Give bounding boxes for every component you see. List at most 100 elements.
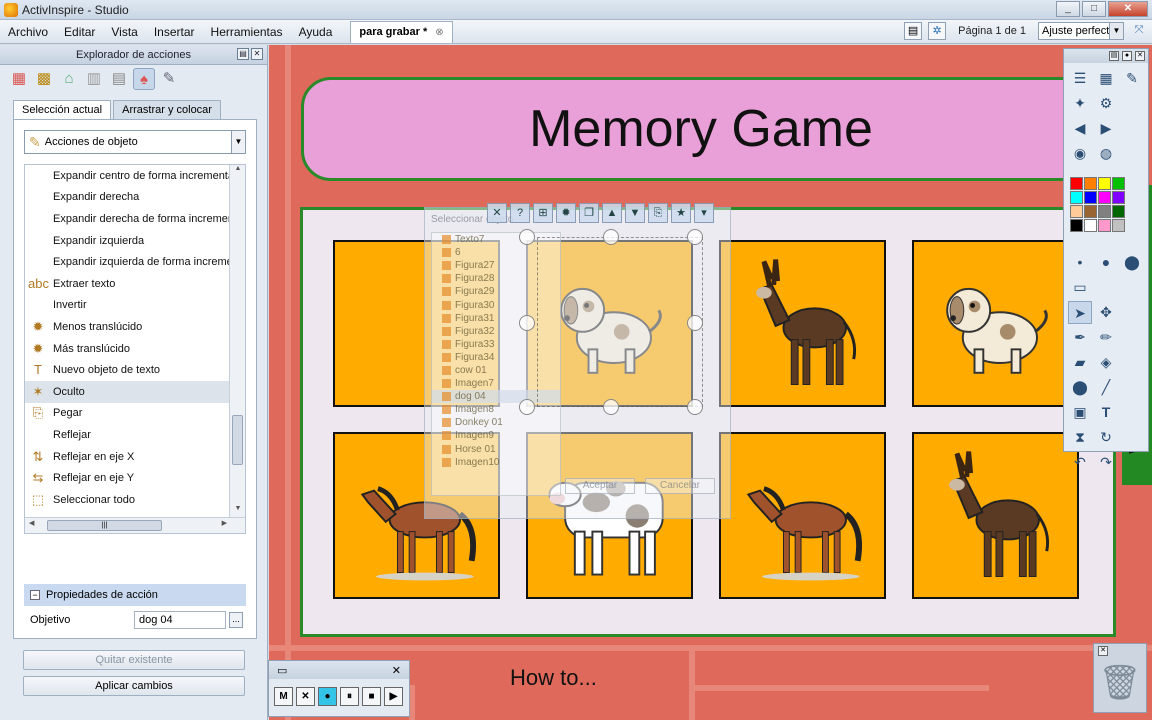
color-swatch[interactable] xyxy=(1112,177,1125,190)
browse-target-button[interactable]: ... xyxy=(229,612,243,628)
settings-icon[interactable]: ⚙ xyxy=(1094,92,1118,115)
globe-icon[interactable]: ◍ xyxy=(1094,142,1118,165)
fill-icon[interactable]: ◈ xyxy=(1094,351,1118,374)
action-item[interactable]: ⇅ Reflejar en eje X xyxy=(25,446,230,468)
fullscreen-icon[interactable]: ⤧ xyxy=(1130,22,1148,40)
menu-herramientas[interactable]: Herramientas xyxy=(203,25,291,39)
scroll-up-icon[interactable]: ▲ xyxy=(230,165,245,179)
menu-archivo[interactable]: Archivo xyxy=(0,25,56,39)
redo-icon[interactable]: ↷ xyxy=(1094,451,1118,474)
text-icon[interactable]: T xyxy=(1094,401,1118,424)
resize-handle[interactable] xyxy=(519,229,535,245)
next-page-icon[interactable]: ▶ xyxy=(1094,117,1118,140)
color-swatch[interactable] xyxy=(1070,219,1083,232)
main-menu-icon[interactable]: ☰ xyxy=(1068,67,1092,90)
pen-size-icon[interactable]: ⬤ xyxy=(1120,251,1144,274)
flipchart-canvas[interactable]: Memory Game Seleccionar objeto Texto7 6 Fi… xyxy=(269,45,1152,720)
close-button[interactable]: ✕ xyxy=(1108,1,1148,17)
action-item[interactable]: ✹ Más translúcido xyxy=(25,338,230,360)
action-properties-header[interactable]: − Propiedades de acción xyxy=(24,584,246,606)
cancel-button[interactable]: Cancelar xyxy=(645,478,715,494)
pen-size-icon[interactable]: ● xyxy=(1094,251,1118,274)
page-notes-icon[interactable]: ▤ xyxy=(904,22,923,40)
scroll-right-icon[interactable]: ▶ xyxy=(222,519,227,527)
profile-icon[interactable]: ▦ xyxy=(1094,67,1118,90)
action-item[interactable]: Expandir derecha xyxy=(25,187,230,209)
action-item[interactable]: ⎘ Pegar xyxy=(25,403,230,425)
play-button[interactable]: ▶ xyxy=(384,687,403,706)
pen-size-icon[interactable]: • xyxy=(1068,251,1092,274)
remove-existing-button[interactable]: Quitar existente xyxy=(23,650,245,670)
shape-icon[interactable]: ⬤ xyxy=(1068,376,1092,399)
action-item[interactable]: Expandir derecha de forma incremen xyxy=(25,208,230,230)
translucency-icon[interactable]: ✹ xyxy=(556,203,576,223)
highlighter-icon[interactable]: ✏ xyxy=(1094,326,1118,349)
property-browser-icon[interactable]: ▤ xyxy=(108,68,130,90)
menu-insertar[interactable]: Insertar xyxy=(146,25,203,39)
menu-editar[interactable]: Editar xyxy=(56,25,103,39)
favorite-icon[interactable]: ★ xyxy=(671,203,691,223)
action-category-select[interactable]: ✎ Acciones de objeto ▼ xyxy=(24,130,246,154)
action-item[interactable]: Expandir izquierda de forma increme xyxy=(25,251,230,273)
object-list-item[interactable]: Horse 01 xyxy=(432,443,560,456)
hscroll-thumb[interactable]: ||| xyxy=(47,520,162,531)
menu-vista[interactable]: Vista xyxy=(103,25,145,39)
close-icon[interactable]: ✕ xyxy=(487,203,507,223)
resize-handle[interactable] xyxy=(687,399,703,415)
color-swatch[interactable] xyxy=(1098,219,1111,232)
resize-handle[interactable] xyxy=(687,315,703,331)
camera-icon[interactable]: ▣ xyxy=(1068,401,1092,424)
color-swatch[interactable] xyxy=(1112,205,1125,218)
resize-tool-icon[interactable]: ✥ xyxy=(1094,301,1118,324)
tools-icon[interactable]: ✎ xyxy=(1120,67,1144,90)
cancel-record-button[interactable]: ✕ xyxy=(296,687,315,706)
color-swatch[interactable] xyxy=(1070,205,1083,218)
eraser-icon[interactable]: ▰ xyxy=(1068,351,1092,374)
action-item[interactable]: ⬚ Seleccionar todo xyxy=(25,489,230,511)
apply-changes-button[interactable]: Aplicar cambios xyxy=(23,676,245,696)
resource-browser-icon[interactable]: ▩ xyxy=(33,68,55,90)
object-list-item[interactable]: Donkey 01 xyxy=(432,416,560,429)
vertical-scrollbar[interactable]: ▲ ▼ xyxy=(229,165,245,519)
toolbox-close-icon[interactable]: ✕ xyxy=(1135,51,1145,61)
action-item[interactable]: ⇆ Reflejar en eje Y xyxy=(25,467,230,489)
notes-browser-icon[interactable]: ▥ xyxy=(83,68,105,90)
record-mode-button[interactable]: M xyxy=(274,687,293,706)
duplicate-icon[interactable]: ❐ xyxy=(579,203,599,223)
resize-handle[interactable] xyxy=(603,229,619,245)
color-swatch[interactable] xyxy=(1084,219,1097,232)
close-tab-icon[interactable]: ⊗ xyxy=(435,27,443,38)
color-swatch[interactable] xyxy=(1084,191,1097,204)
reset-icon[interactable]: ↻ xyxy=(1094,426,1118,449)
flipchart-icon[interactable]: ✦ xyxy=(1068,92,1092,115)
record-button[interactable]: ● xyxy=(318,687,337,706)
action-item[interactable]: ✹ Menos translúcido xyxy=(25,316,230,338)
action-item[interactable]: Invertir xyxy=(25,295,230,317)
maximize-button[interactable]: □ xyxy=(1082,1,1106,17)
memory-card-donkey[interactable] xyxy=(719,240,886,407)
color-swatch[interactable] xyxy=(1112,219,1125,232)
color-swatch[interactable] xyxy=(1070,191,1083,204)
color-swatch[interactable] xyxy=(1084,177,1097,190)
previous-page-icon[interactable]: ◀ xyxy=(1068,117,1092,140)
how-to-text[interactable]: How to... xyxy=(510,665,597,691)
scroll-thumb[interactable] xyxy=(232,415,243,465)
toolbox-settings-icon[interactable]: ● xyxy=(1122,51,1132,61)
action-item[interactable]: abc Extraer texto xyxy=(25,273,230,295)
color-swatch[interactable] xyxy=(1084,205,1097,218)
collapse-icon[interactable]: − xyxy=(30,590,40,600)
trash-can-icon[interactable]: 🗑 xyxy=(1094,658,1146,708)
undo-icon[interactable]: ↶ xyxy=(1068,451,1092,474)
horizontal-scrollbar[interactable]: ◀ ||| ▶ xyxy=(25,517,245,533)
slider-icon[interactable]: ▭ xyxy=(1068,276,1092,299)
select-icon[interactable]: ➤ xyxy=(1068,301,1092,324)
memory-card-horse[interactable] xyxy=(719,432,886,599)
group-icon[interactable]: ⊞ xyxy=(533,203,553,223)
memory-card-dog[interactable] xyxy=(912,240,1079,407)
action-item[interactable]: ✶ Oculto xyxy=(25,380,230,403)
color-swatch[interactable] xyxy=(1098,191,1111,204)
color-swatch[interactable] xyxy=(1070,177,1083,190)
object-list-item[interactable]: Imagen10 xyxy=(432,456,560,469)
toolbox-pin-icon[interactable]: ▤ xyxy=(1109,51,1119,61)
dual-user-icon[interactable]: ✲ xyxy=(928,22,947,40)
